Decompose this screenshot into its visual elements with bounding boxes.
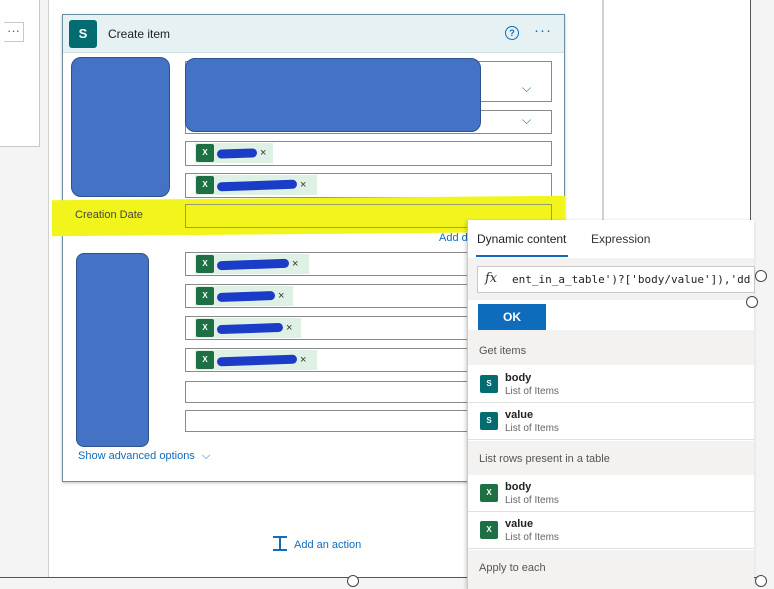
excel-icon: X — [196, 144, 214, 162]
tab-dynamic-content[interactable]: Dynamic content — [477, 232, 566, 246]
token-remove-icon[interactable]: × — [260, 147, 266, 159]
excel-token[interactable]: X × — [195, 286, 293, 306]
field-input-8[interactable] — [185, 410, 475, 432]
resize-handle[interactable] — [746, 296, 758, 308]
item-name: body — [505, 481, 532, 493]
scribbled-token-text — [216, 354, 298, 366]
sharepoint-icon: S — [480, 412, 498, 430]
excel-icon: X — [196, 287, 214, 305]
item-sub: List of Items — [505, 423, 559, 434]
excel-token[interactable]: X × — [195, 318, 301, 338]
scribbled-token-text — [216, 322, 284, 334]
item-name: body — [505, 372, 532, 384]
item-name: value — [505, 518, 534, 530]
scribbled-token-text — [216, 179, 298, 191]
sharepoint-icon: S — [480, 375, 498, 393]
token-remove-icon[interactable]: × — [278, 290, 284, 302]
scribbled-token-text — [216, 258, 290, 270]
sharepoint-icon: S — [69, 20, 97, 48]
token-remove-icon[interactable]: × — [286, 322, 292, 334]
redaction-box — [185, 58, 481, 132]
excel-icon: X — [480, 484, 498, 502]
add-dynamic-content-link[interactable]: Add d — [439, 232, 468, 244]
excel-icon: X — [480, 521, 498, 539]
excel-token[interactable]: X × — [195, 175, 317, 195]
excel-token[interactable]: X × — [195, 254, 309, 274]
item-sub: List of Items — [505, 495, 559, 506]
help-icon[interactable]: ? — [505, 26, 519, 40]
token-remove-icon[interactable]: × — [300, 354, 306, 366]
card-title: Create item — [108, 27, 171, 41]
chevron-down-icon: ⌵ — [201, 450, 211, 462]
scribbled-token-text — [216, 147, 258, 159]
excel-token[interactable]: X × — [195, 350, 317, 370]
redaction-box — [71, 57, 170, 197]
fx-icon: fx — [485, 271, 498, 286]
excel-icon: X — [196, 176, 214, 194]
tab-expression[interactable]: Expression — [591, 232, 650, 246]
left-card-more-button[interactable]: ··· — [4, 22, 24, 42]
token-remove-icon[interactable]: × — [300, 179, 306, 191]
item-sub: List of Items — [505, 386, 559, 397]
resize-handle[interactable] — [755, 270, 767, 282]
show-advanced-options-link[interactable]: Show advanced options ⌵ — [78, 450, 210, 463]
field-input-7[interactable] — [185, 381, 475, 403]
ok-button[interactable]: OK — [478, 304, 546, 330]
section-apply-to-each: Apply to each — [468, 550, 754, 589]
item-sub: List of Items — [505, 532, 559, 543]
item-name: value — [505, 409, 534, 421]
section-get-items: Get items — [468, 333, 754, 365]
token-remove-icon[interactable]: × — [292, 258, 298, 270]
scribbled-token-text — [216, 290, 276, 302]
excel-icon: X — [196, 255, 214, 273]
excel-icon: X — [196, 319, 214, 337]
expression-text[interactable]: ent_in_a_table')?['body/value']),'dd-M — [512, 273, 752, 286]
section-list-rows: List rows present in a table — [468, 441, 754, 475]
chevron-down-icon[interactable]: ⌵ — [522, 81, 531, 96]
excel-token[interactable]: X × — [195, 143, 273, 163]
redaction-box — [76, 253, 149, 447]
add-action-link[interactable]: Add an action — [294, 539, 361, 551]
active-tab-indicator — [476, 255, 568, 257]
chevron-down-icon[interactable]: ⌵ — [522, 113, 531, 128]
creation-date-label: Creation Date — [75, 209, 143, 221]
excel-icon: X — [196, 351, 214, 369]
card-more-icon[interactable]: ··· — [534, 22, 552, 39]
resize-handle[interactable] — [755, 575, 767, 587]
add-action-icon[interactable] — [271, 535, 289, 552]
resize-handle[interactable] — [347, 575, 359, 587]
